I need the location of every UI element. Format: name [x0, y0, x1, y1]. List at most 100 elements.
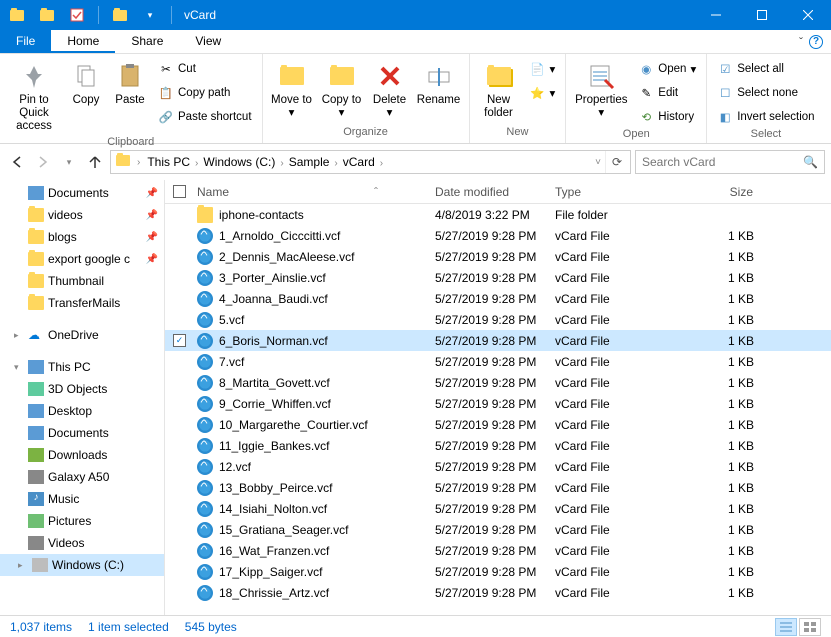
open-button[interactable]: ◉Open ▾ — [634, 58, 700, 80]
tree-item[interactable]: videos📌 — [0, 204, 164, 226]
chevron-right-icon[interactable]: › — [278, 158, 285, 169]
move-to-button[interactable]: Move to ▾ — [269, 58, 315, 122]
column-headers[interactable]: Nameˆ Date modified Type Size — [165, 180, 831, 204]
invert-selection-button[interactable]: ◧Invert selection — [713, 106, 818, 128]
breadcrumb[interactable]: › This PC›Windows (C:)›Sample›vCard› ˅ ⟳ — [110, 150, 631, 174]
history-button[interactable]: ⟲History — [634, 106, 700, 128]
tree-item[interactable]: Pictures — [0, 510, 164, 532]
tree-item[interactable]: Thumbnail — [0, 270, 164, 292]
copy-to-button[interactable]: Copy to ▾ — [319, 58, 365, 122]
chevron-right-icon[interactable]: › — [135, 157, 142, 168]
delete-button[interactable]: Delete ▾ — [369, 58, 411, 122]
copy-button[interactable]: Copy — [66, 58, 106, 109]
edit-button[interactable]: ✎Edit — [634, 82, 700, 104]
tree-onedrive[interactable]: ▸☁OneDrive — [0, 324, 164, 346]
file-row[interactable]: 2_Dennis_MacAleese.vcf5/27/2019 9:28 PMv… — [165, 246, 831, 267]
breadcrumb-segment[interactable]: vCard — [340, 155, 378, 169]
easy-access-button[interactable]: ⭐▾ — [526, 82, 560, 104]
tree-item[interactable]: 3D Objects — [0, 378, 164, 400]
file-row[interactable]: 12.vcf5/27/2019 9:28 PMvCard File1 KB — [165, 456, 831, 477]
details-view-button[interactable] — [775, 618, 797, 636]
column-size[interactable]: Size — [662, 185, 762, 199]
maximize-button[interactable] — [739, 0, 785, 30]
breadcrumb-root-icon[interactable] — [113, 155, 133, 169]
back-button[interactable] — [6, 151, 28, 173]
file-row[interactable]: 14_Isiahi_Nolton.vcf5/27/2019 9:28 PMvCa… — [165, 498, 831, 519]
breadcrumb-segment[interactable]: Sample — [286, 155, 333, 169]
file-row[interactable]: 4_Joanna_Baudi.vcf5/27/2019 9:28 PMvCard… — [165, 288, 831, 309]
tree-item[interactable]: Downloads — [0, 444, 164, 466]
qat-folder-icon-2[interactable] — [109, 4, 131, 26]
minimize-button[interactable] — [693, 0, 739, 30]
file-row[interactable]: 3_Porter_Ainslie.vcf5/27/2019 9:28 PMvCa… — [165, 267, 831, 288]
file-row[interactable]: 9_Corrie_Whiffen.vcf5/27/2019 9:28 PMvCa… — [165, 393, 831, 414]
tree-item[interactable]: Documents — [0, 422, 164, 444]
tree-item[interactable]: Documents📌 — [0, 182, 164, 204]
file-row[interactable]: iphone-contacts4/8/2019 3:22 PMFile fold… — [165, 204, 831, 225]
search-icon[interactable]: 🔍 — [803, 155, 818, 169]
file-row[interactable]: 18_Chrissie_Artz.vcf5/27/2019 9:28 PMvCa… — [165, 582, 831, 603]
file-row[interactable]: ✓6_Boris_Norman.vcf5/27/2019 9:28 PMvCar… — [165, 330, 831, 351]
tab-view[interactable]: View — [179, 30, 237, 53]
tree-this-pc[interactable]: ▾This PC — [0, 356, 164, 378]
tab-share[interactable]: Share — [115, 30, 179, 53]
file-row[interactable]: 5.vcf5/27/2019 9:28 PMvCard File1 KB — [165, 309, 831, 330]
file-name: 16_Wat_Franzen.vcf — [219, 544, 329, 558]
chevron-right-icon[interactable]: › — [378, 158, 385, 169]
cut-button[interactable]: ✂Cut — [154, 58, 256, 80]
file-row[interactable]: 11_Iggie_Bankes.vcf5/27/2019 9:28 PMvCar… — [165, 435, 831, 456]
properties-button[interactable]: Properties ▾ — [572, 58, 630, 122]
tree-item[interactable]: export google c📌 — [0, 248, 164, 270]
file-list[interactable]: Nameˆ Date modified Type Size iphone-con… — [165, 180, 831, 615]
recent-dropdown-icon[interactable]: ▾ — [58, 151, 80, 173]
qat-checkbox-icon[interactable] — [66, 4, 88, 26]
paste-button[interactable]: Paste — [110, 58, 150, 109]
thumbnails-view-button[interactable] — [799, 618, 821, 636]
breadcrumb-dropdown-icon[interactable]: ˅ — [593, 157, 603, 168]
refresh-button[interactable]: ⟳ — [605, 151, 628, 173]
breadcrumb-segment[interactable]: This PC — [144, 155, 193, 169]
select-all-checkbox[interactable] — [173, 185, 186, 198]
rename-button[interactable]: Rename — [415, 58, 463, 109]
pin-quick-access-button[interactable]: Pin to Quick access — [6, 58, 62, 136]
tree-item[interactable]: blogs📌 — [0, 226, 164, 248]
tree-item[interactable]: Galaxy A50 — [0, 466, 164, 488]
select-all-button[interactable]: ☑Select all — [713, 58, 818, 80]
row-checkbox[interactable]: ✓ — [173, 334, 186, 347]
file-row[interactable]: 10_Margarethe_Courtier.vcf5/27/2019 9:28… — [165, 414, 831, 435]
search-box[interactable]: 🔍 — [635, 150, 825, 174]
tab-home[interactable]: Home — [51, 30, 115, 53]
new-folder-button[interactable]: New folder — [476, 58, 522, 122]
column-date[interactable]: Date modified — [427, 185, 547, 199]
file-row[interactable]: 15_Gratiana_Seager.vcf5/27/2019 9:28 PMv… — [165, 519, 831, 540]
forward-button[interactable] — [32, 151, 54, 173]
chevron-right-icon[interactable]: › — [332, 158, 339, 169]
breadcrumb-segment[interactable]: Windows (C:) — [200, 155, 278, 169]
search-input[interactable] — [642, 155, 803, 169]
tab-file[interactable]: File — [0, 30, 51, 53]
file-row[interactable]: 8_Martita_Govett.vcf5/27/2019 9:28 PMvCa… — [165, 372, 831, 393]
help-icon[interactable]: ? — [809, 35, 823, 49]
collapse-ribbon-icon[interactable]: ˇ — [799, 35, 803, 49]
paste-shortcut-button[interactable]: 🔗Paste shortcut — [154, 106, 256, 128]
file-row[interactable]: 17_Kipp_Saiger.vcf5/27/2019 9:28 PMvCard… — [165, 561, 831, 582]
close-button[interactable] — [785, 0, 831, 30]
up-button[interactable] — [84, 151, 106, 173]
qat-dropdown-icon[interactable]: ▾ — [139, 4, 161, 26]
file-row[interactable]: 13_Bobby_Peirce.vcf5/27/2019 9:28 PMvCar… — [165, 477, 831, 498]
tree-item[interactable]: Desktop — [0, 400, 164, 422]
tree-item[interactable]: ♪Music — [0, 488, 164, 510]
tree-item[interactable]: Videos — [0, 532, 164, 554]
qat-item-1[interactable] — [36, 4, 58, 26]
tree-item[interactable]: ▸Windows (C:) — [0, 554, 164, 576]
file-row[interactable]: 16_Wat_Franzen.vcf5/27/2019 9:28 PMvCard… — [165, 540, 831, 561]
tree-item[interactable]: TransferMails — [0, 292, 164, 314]
copy-path-button[interactable]: 📋Copy path — [154, 82, 256, 104]
file-row[interactable]: 7.vcf5/27/2019 9:28 PMvCard File1 KB — [165, 351, 831, 372]
file-row[interactable]: 1_Arnoldo_Cicccitti.vcf5/27/2019 9:28 PM… — [165, 225, 831, 246]
select-none-button[interactable]: ☐Select none — [713, 82, 818, 104]
column-name[interactable]: Nameˆ — [189, 185, 427, 199]
navigation-tree[interactable]: Documents📌videos📌blogs📌export google c📌T… — [0, 180, 165, 615]
new-item-button[interactable]: 📄▾ — [526, 58, 560, 80]
column-type[interactable]: Type — [547, 185, 662, 199]
